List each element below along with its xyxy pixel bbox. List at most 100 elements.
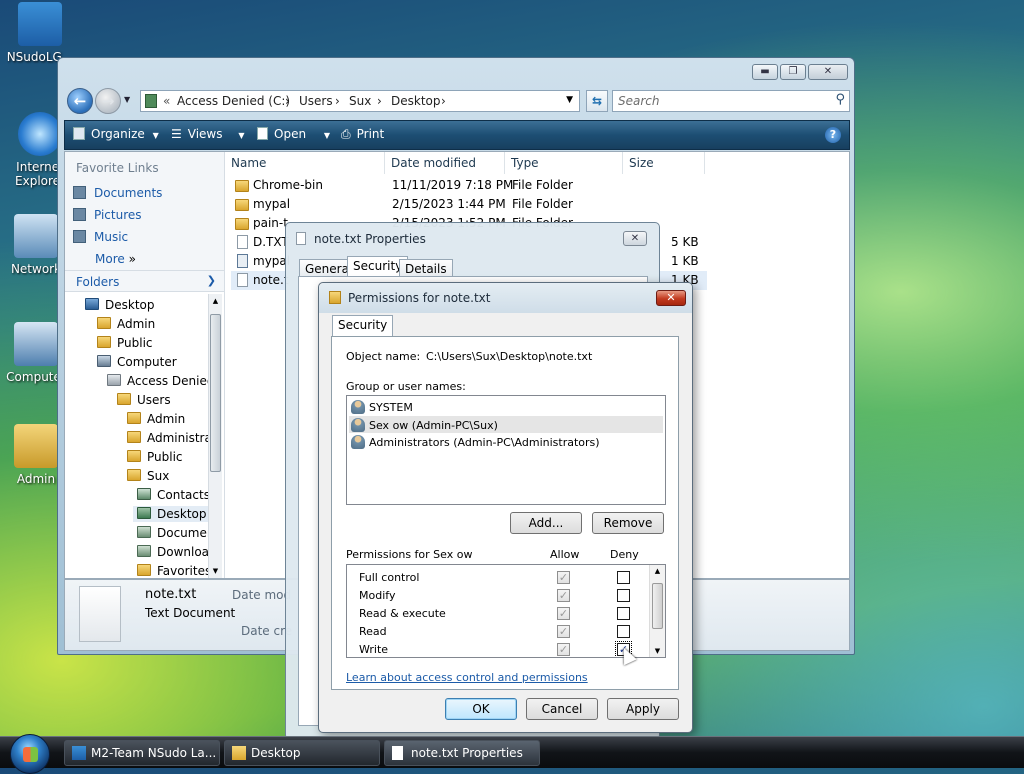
tree-item[interactable]: Computer <box>97 355 177 369</box>
scroll-down-icon[interactable]: ▼ <box>650 647 665 655</box>
scroll-up-icon[interactable]: ▲ <box>209 294 222 308</box>
column-header-name[interactable]: Name <box>225 152 385 174</box>
deny-read-checkbox[interactable] <box>617 625 630 638</box>
scroll-thumb[interactable] <box>652 583 663 629</box>
tree-item[interactable]: Admin <box>127 412 185 426</box>
desktop-icon-nsudo[interactable]: NSudoLG... <box>0 2 80 64</box>
remove-button[interactable]: Remove <box>592 512 664 534</box>
column-header-size[interactable]: Size <box>623 152 705 174</box>
close-icon: ✕ <box>666 291 676 304</box>
tree-item[interactable]: Downloa <box>137 545 209 559</box>
add-button[interactable]: Add... <box>510 512 582 534</box>
permissions-dialog: Permissions for note.txt ✕ Security Obje… <box>318 282 693 733</box>
tree-item[interactable]: Public <box>97 336 153 350</box>
ok-button[interactable]: OK <box>445 698 517 720</box>
tree-item[interactable]: Desktop <box>85 298 155 312</box>
print-button[interactable]: ⎙ Print <box>341 127 384 142</box>
breadcrumb-separator-icon[interactable]: › <box>441 94 446 108</box>
close-button[interactable]: ✕ <box>656 290 686 306</box>
details-date-modified-label: Date mod <box>232 588 292 602</box>
address-bar[interactable]: « Access Denied (C:) › Users › Sux › Des… <box>140 90 580 112</box>
group-users-icon <box>351 435 365 449</box>
folder-icon <box>127 469 141 481</box>
tree-item[interactable]: Sux <box>127 469 169 483</box>
properties-close-button[interactable]: ✕ <box>623 231 647 246</box>
printer-icon: ⎙ <box>341 127 351 141</box>
chevron-down-icon: ▼ <box>238 131 245 140</box>
user-folder-icon <box>14 424 58 468</box>
chevron-down-icon: ❯ <box>206 274 216 287</box>
close-button[interactable]: ✕ <box>808 64 848 80</box>
favorite-links-more[interactable]: More » <box>95 252 136 266</box>
refresh-button[interactable]: ⇆ <box>586 90 608 112</box>
scroll-thumb[interactable] <box>210 314 221 472</box>
tree-item[interactable]: Admin <box>97 317 155 331</box>
tree-item[interactable]: Favorites <box>137 564 211 578</box>
allow-read-execute-checkbox: ✓ <box>557 607 570 620</box>
file-preview-icon <box>79 586 121 642</box>
tree-item[interactable]: Administra <box>127 431 212 445</box>
address-dropdown-icon[interactable]: ▼ <box>566 95 573 105</box>
user-list-item-selected[interactable]: Sex ow (Admin-PC\Sux) <box>349 416 663 433</box>
user-folder-icon <box>97 317 111 329</box>
tab-security[interactable]: Security <box>332 315 394 337</box>
favorite-link-documents[interactable]: Documents <box>73 186 162 200</box>
minimize-button[interactable]: ▬ <box>752 64 778 80</box>
favorite-link-pictures[interactable]: Pictures <box>73 208 142 222</box>
start-button[interactable] <box>10 734 50 774</box>
favorite-link-music[interactable]: Music <box>73 230 128 244</box>
deny-full-control-checkbox[interactable] <box>617 571 630 584</box>
breadcrumb-item[interactable]: Users <box>299 94 333 108</box>
folder-icon <box>145 94 157 108</box>
recent-pages-dropdown-icon[interactable]: ▼ <box>124 95 130 104</box>
breadcrumb-item[interactable]: Sux <box>349 94 371 108</box>
group-label: Group or user names: <box>346 380 466 393</box>
forward-button[interactable]: → <box>95 88 121 114</box>
deny-modify-checkbox[interactable] <box>617 589 630 602</box>
open-menu[interactable]: Open ▼ <box>257 127 330 141</box>
scroll-down-icon[interactable]: ▼ <box>209 564 222 578</box>
double-chevron-icon: » <box>128 252 136 266</box>
folder-tree: Desktop Admin Public Computer Access Den… <box>65 292 224 578</box>
column-header-type[interactable]: Type <box>505 152 623 174</box>
tree-item[interactable]: Contacts <box>137 488 210 502</box>
user-list[interactable]: SYSTEM Sex ow (Admin-PC\Sux) Administrat… <box>346 395 666 505</box>
folder-icon <box>127 412 141 424</box>
apply-button[interactable]: Apply <box>607 698 679 720</box>
tree-scrollbar[interactable]: ▲ ▼ <box>208 294 222 578</box>
breadcrumb-separator-icon[interactable]: › <box>285 94 290 108</box>
nsudo-icon <box>18 2 62 46</box>
tree-item[interactable]: Users <box>117 393 171 407</box>
taskbar-button-desktop[interactable]: Desktop <box>224 740 380 766</box>
pictures-icon <box>73 208 86 221</box>
taskbar-button-nsudo[interactable]: M2-Team NSudo La... <box>64 740 220 766</box>
folders-header[interactable]: Folders ❯ <box>65 270 224 292</box>
help-icon[interactable]: ? <box>825 127 841 143</box>
search-icon[interactable]: ⚲ <box>835 92 845 107</box>
breadcrumb-item[interactable]: Access Denied (C:) <box>177 94 290 108</box>
maximize-button[interactable]: ❐ <box>780 64 806 80</box>
allow-full-control-checkbox: ✓ <box>557 571 570 584</box>
tree-item[interactable]: Public <box>127 450 183 464</box>
views-menu[interactable]: ☰ Views ▼ <box>171 127 244 141</box>
organize-menu[interactable]: Organize ▼ <box>73 127 159 141</box>
taskbar-button-properties[interactable]: note.txt Properties <box>384 740 540 766</box>
breadcrumb-separator-icon[interactable]: › <box>335 94 340 108</box>
permissions-scrollbar[interactable]: ▲ ▼ <box>649 565 665 657</box>
breadcrumb-item[interactable]: Desktop <box>391 94 441 108</box>
user-icon <box>351 418 365 432</box>
user-list-item[interactable]: SYSTEM <box>351 400 413 414</box>
search-input[interactable]: Search ⚲ <box>612 90 850 112</box>
breadcrumb-separator-icon[interactable]: › <box>377 94 382 108</box>
deny-read-execute-checkbox[interactable] <box>617 607 630 620</box>
back-button[interactable]: ← <box>67 88 93 114</box>
user-list-item[interactable]: Administrators (Admin-PC\Administrators) <box>351 435 600 449</box>
tree-item[interactable]: Access Denied <box>107 374 214 388</box>
text-file-icon <box>237 235 248 249</box>
cancel-button[interactable]: Cancel <box>526 698 598 720</box>
tree-item[interactable]: Documen <box>137 526 214 540</box>
learn-permissions-link[interactable]: Learn about access control and permissio… <box>346 671 588 684</box>
allow-read-checkbox: ✓ <box>557 625 570 638</box>
column-header-date[interactable]: Date modified <box>385 152 505 174</box>
scroll-up-icon[interactable]: ▲ <box>650 567 665 575</box>
